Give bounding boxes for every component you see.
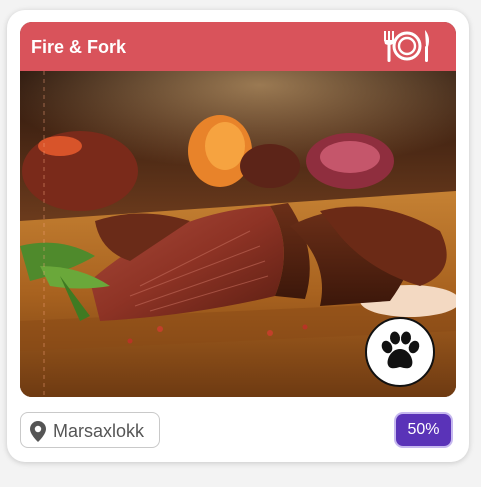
map-pin-icon (30, 421, 46, 442)
card-media[interactable]: Fire & Fork (20, 22, 456, 397)
location-tag[interactable]: Marsaxlokk (20, 412, 160, 448)
pet-friendly-badge (365, 317, 435, 387)
location-label: Marsaxlokk (53, 421, 145, 441)
fork-plate-knife-icon (384, 30, 429, 62)
paw-icon (381, 331, 420, 369)
card-header: Fire & Fork (20, 22, 456, 71)
discount-badge: 50% (396, 414, 451, 446)
restaurant-card[interactable]: Fire & Fork Marsaxlokk 50% (7, 10, 469, 462)
restaurant-name: Fire & Fork (31, 37, 127, 57)
